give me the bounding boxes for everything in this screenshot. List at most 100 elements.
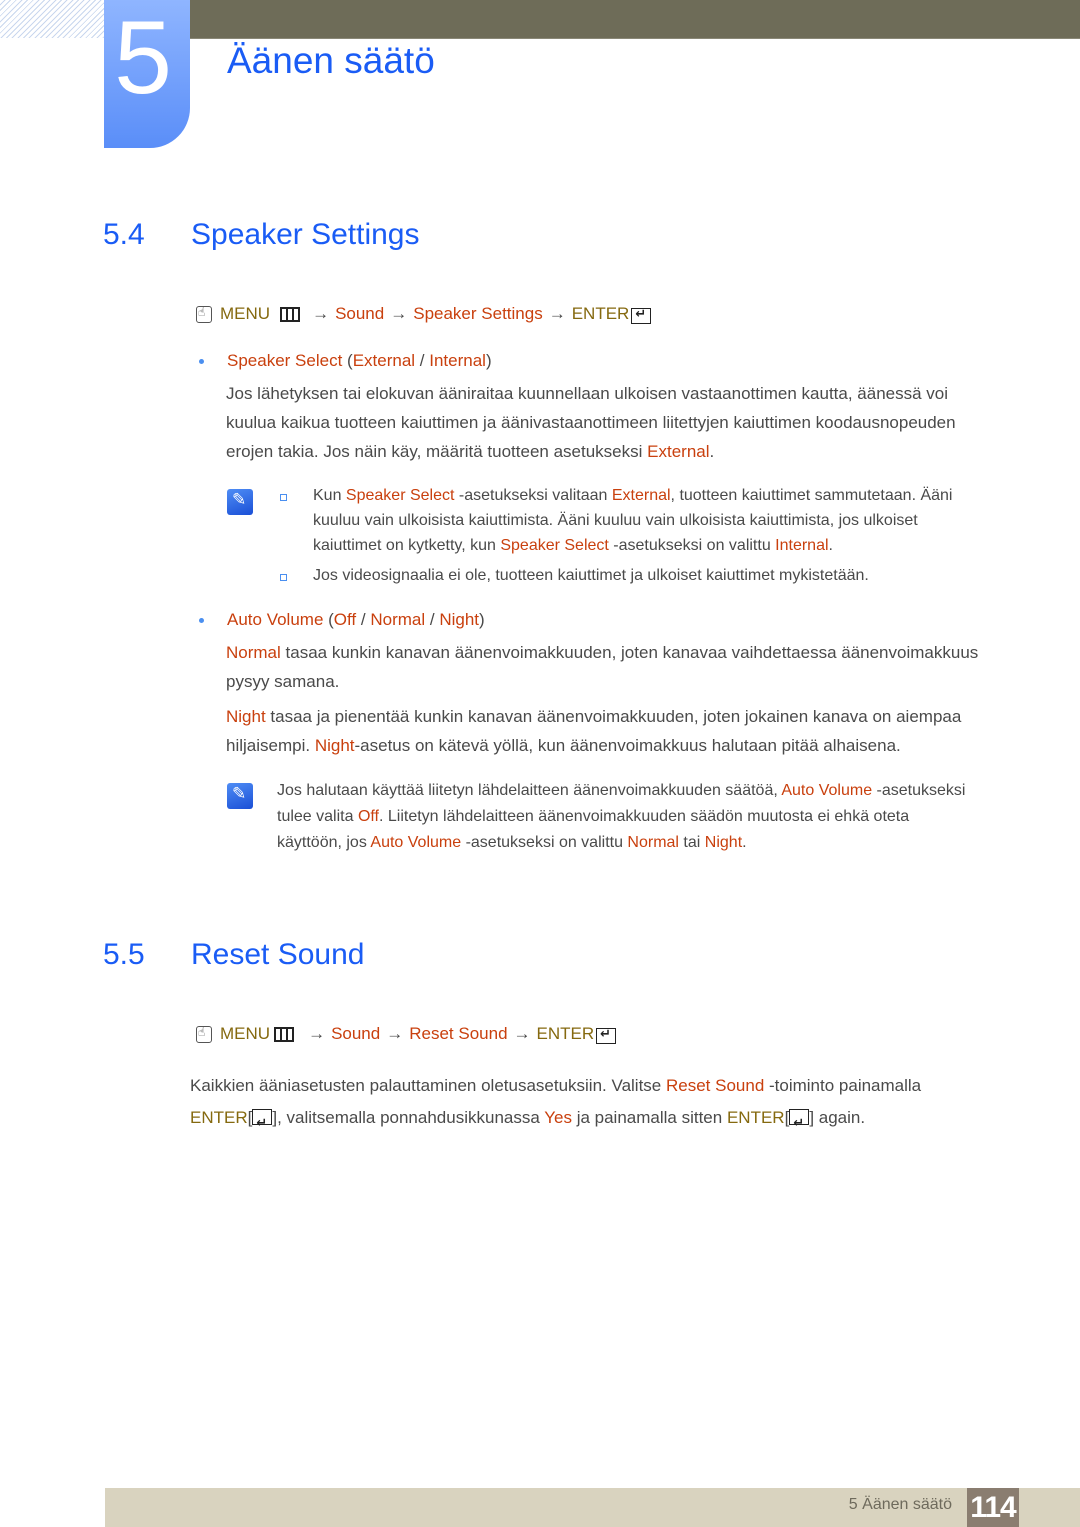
text-line: Normal tasaa kunkin kanavan äänenvoimakk… [226, 638, 978, 667]
option-normal: Normal [370, 610, 426, 629]
arrow: → [513, 1024, 531, 1043]
hand-pointer-icon [196, 305, 212, 323]
text-line: Kaikkien ääniasetusten palauttaminen ole… [190, 1070, 921, 1102]
section-number: 5.5 [103, 938, 145, 971]
hand-pointer-icon [196, 1025, 212, 1043]
text-line: käyttöön, jos Auto Volume -asetukseksi o… [277, 830, 965, 855]
text: -asetus on kätevä yöllä, kun äänenvoimak… [354, 736, 901, 755]
term-yes: Yes [544, 1108, 572, 1127]
text: Kaikkien ääniasetusten palauttaminen ole… [190, 1076, 666, 1095]
text-line: ENTER[], valitsemalla ponnahdusikkunassa… [190, 1102, 921, 1139]
text-line: tulee valita Off. Liitetyn lähdelaitteen… [277, 804, 965, 829]
section-heading-5-5: 5.5 Reset Sound [103, 938, 364, 972]
menu-path-speaker-settings: MENU → Sound → Speaker Settings → ENTER [196, 304, 652, 324]
text: -asetukseksi on valittu [461, 834, 628, 851]
separator: / [415, 351, 430, 370]
square-bullet-icon [280, 494, 287, 501]
bullet-auto-volume: Auto Volume (Off / Normal / Night) [199, 610, 485, 630]
section-heading-5-4: 5.4 Speaker Settings [103, 218, 419, 252]
text: tasaa ja pienentää kunkin kanavan äänenv… [265, 707, 962, 726]
text: again. [814, 1108, 866, 1127]
option-internal: Internal [429, 351, 486, 370]
text: . Liitetyn lähdelaitteen äänenvoimakkuud… [378, 808, 910, 825]
text: . [742, 834, 747, 851]
term-auto-volume: Auto Volume [781, 782, 873, 799]
enter-icon [252, 1107, 273, 1139]
text-line: erojen takia. Jos näin käy, määritä tuot… [226, 437, 956, 466]
term-speaker-select: Speaker Select [227, 351, 343, 370]
paren-open: ( [323, 610, 334, 629]
speaker-select-description: Jos lähetyksen tai elokuvan ääniraitaa k… [226, 379, 956, 466]
menu-step-sound: Sound [331, 1024, 381, 1043]
text-line: Jos halutaan käyttää liitetyn lähdelaitt… [277, 778, 965, 803]
text: tai [678, 834, 705, 851]
bullet-dot-icon [199, 359, 204, 364]
text: käyttöön, jos [277, 834, 371, 851]
reset-sound-description: Kaikkien ääniasetusten palauttaminen ole… [190, 1070, 921, 1139]
term-reset-sound: Reset Sound [665, 1076, 765, 1095]
enter-keyword: ENTER [571, 304, 630, 323]
menu-step-sound: Sound [335, 304, 385, 323]
paren-open: ( [342, 351, 353, 370]
separator: / [425, 610, 440, 629]
menu-grid-icon [280, 306, 301, 322]
text-line: kaiuttimet on kytketty, kun Speaker Sele… [313, 533, 952, 558]
term-night: Night [314, 736, 355, 755]
arrow: → [548, 304, 566, 323]
text-line: hiljaisempi. Night-asetus on kätevä yöll… [226, 731, 961, 760]
text: -asetukseksi [872, 782, 966, 799]
option-external: External [352, 351, 416, 370]
arrow: → [308, 1024, 326, 1043]
text: erojen takia. Jos näin käy, määritä tuot… [226, 442, 648, 461]
text-line: kuuluu vain ulkoisista kaiuttimista. Ään… [313, 512, 918, 529]
option-off: Off [333, 610, 357, 629]
text: Kun [313, 487, 346, 504]
text-line: Kun Speaker Select -asetukseksi valitaan… [313, 483, 952, 508]
text-line: Jos lähetyksen tai elokuvan ääniraitaa k… [226, 384, 949, 403]
option-night: Night [439, 610, 479, 629]
text: Jos halutaan käyttää liitetyn lähdelaitt… [277, 782, 782, 799]
auto-volume-night-description: Night tasaa ja pienentää kunkin kanavan … [226, 702, 961, 760]
arrow: → [390, 304, 408, 323]
header-bar [184, 0, 1080, 39]
section-title: Speaker Settings [191, 218, 420, 251]
term-normal: Normal [226, 643, 281, 662]
enter-keyword: ENTER [190, 1108, 248, 1127]
text: , valitsemalla ponnahdusikkunassa [277, 1108, 545, 1127]
term-night: Night [226, 707, 266, 726]
header-hatch-decoration [0, 0, 104, 38]
menu-step-speaker-settings: Speaker Settings [413, 304, 543, 323]
text: tulee valita [277, 808, 358, 825]
term-auto-volume: Auto Volume [227, 610, 324, 629]
term-external: External [647, 442, 710, 461]
menu-step-reset-sound: Reset Sound [409, 1024, 508, 1043]
section-title: Reset Sound [191, 938, 365, 971]
text: ja painamalla sitten [571, 1108, 727, 1127]
term-off: Off [357, 808, 379, 825]
separator: / [356, 610, 371, 629]
text: , tuotteen kaiuttimet sammutetaan. Ääni [670, 487, 953, 504]
arrow: → [386, 1024, 404, 1043]
term-speaker-select: Speaker Select [345, 487, 455, 504]
enter-keyword: ENTER [536, 1024, 595, 1043]
page-number: 114 [967, 1488, 1019, 1527]
term-night: Night [704, 834, 743, 851]
paren-close: ) [485, 351, 492, 370]
text: -toiminto painamalla [764, 1076, 922, 1095]
note-pencil-icon [227, 783, 253, 809]
menu-keyword: MENU [220, 304, 271, 323]
section-number: 5.4 [103, 218, 145, 251]
text: -asetukseksi on valittu [608, 537, 776, 554]
enter-icon [789, 1107, 810, 1139]
chapter-title: Äänen säätö [227, 40, 435, 81]
auto-volume-normal-description: Normal tasaa kunkin kanavan äänenvoimakk… [226, 638, 978, 696]
chapter-tab: 5 [104, 0, 190, 148]
note-speaker-select-1: Kun Speaker Select -asetukseksi valitaan… [313, 483, 952, 558]
text: -asetukseksi valitaan [454, 487, 612, 504]
note-pencil-icon [227, 489, 253, 515]
arrow: → [312, 304, 330, 323]
text: . [709, 442, 715, 461]
term-normal: Normal [627, 834, 679, 851]
square-bullet-icon [280, 574, 287, 581]
bullet-speaker-select: Speaker Select (External / Internal) [199, 351, 492, 371]
